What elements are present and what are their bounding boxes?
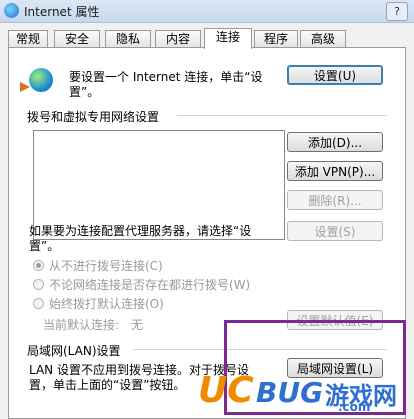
add-vpn-button[interactable]: 添加 VPN(P)... [287, 161, 383, 181]
window-titlebar: Internet 属性 ? [0, 0, 414, 23]
tab-privacy[interactable]: 隐私 [105, 30, 151, 48]
tab-programs[interactable]: 程序 [254, 30, 298, 48]
tab-content[interactable]: 内容 [155, 30, 201, 48]
radio-dial-always[interactable] [33, 279, 44, 290]
help-button[interactable]: ? [386, 2, 408, 21]
tab-security[interactable]: 安全 [54, 30, 100, 48]
tab-connections[interactable]: 连接 [204, 28, 252, 49]
window-title: Internet 属性 [24, 5, 100, 19]
watermark-domain: .com [338, 400, 371, 414]
setup-button[interactable]: 设置(U) [287, 65, 383, 85]
watermark-uc: UC [198, 370, 254, 411]
radio-never-dial[interactable] [33, 260, 44, 271]
radio-dial-default[interactable] [33, 298, 44, 309]
setup-text-line2: 置”。 [69, 85, 100, 99]
add-button[interactable]: 添加(D)... [287, 132, 383, 152]
internet-explorer-icon [4, 3, 19, 18]
group-divider [177, 115, 387, 116]
tab-general[interactable]: 常规 [8, 30, 48, 48]
tab-advanced[interactable]: 高级 [300, 30, 346, 48]
lan-text-line2: 置，单击上面的“设置”按钮。 [29, 378, 186, 392]
watermark-bug: BUG [256, 376, 324, 409]
globe-icon [29, 68, 53, 92]
proxy-text-line1: 如果要为连接配置代理服务器，请选择“设 [29, 224, 252, 238]
option-never-dial: 从不进行拨号连接(C) [49, 259, 163, 273]
dialup-settings-button[interactable]: 设置(S) [287, 221, 383, 241]
option-dial-always: 不论网络连接是否存在都进行拨号(W) [49, 278, 251, 292]
dialup-group-title: 拨号和虚拟专用网络设置 [27, 110, 160, 124]
option-dial-default: 始终拨打默认连接(O) [49, 297, 164, 311]
remove-button[interactable]: 删除(R)... [287, 190, 383, 210]
proxy-text-line2: 置”。 [29, 239, 60, 253]
current-default-value: 无 [131, 318, 144, 332]
arrow-icon [20, 82, 30, 92]
lan-group-title: 局域网(LAN)设置 [27, 344, 121, 358]
current-default-label: 当前默认连接: [43, 318, 120, 332]
